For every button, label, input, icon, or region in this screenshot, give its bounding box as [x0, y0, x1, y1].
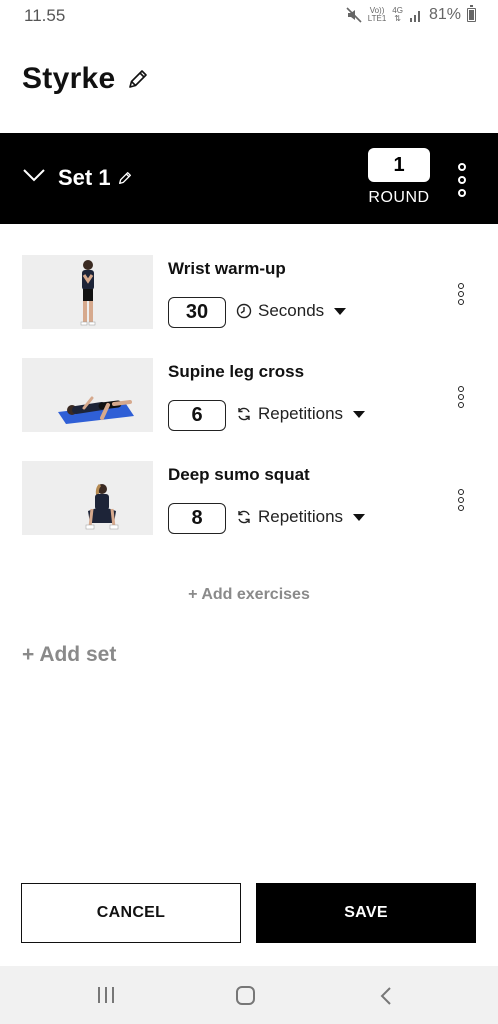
collapse-set-chevron-icon[interactable] — [22, 167, 46, 183]
workout-title: Styrke — [22, 62, 116, 95]
rounds-input[interactable]: 1 — [368, 148, 430, 182]
exercise-thumbnail — [22, 461, 153, 535]
status-time: 11.55 — [24, 6, 66, 25]
exercise-value-input[interactable]: 8 — [168, 503, 226, 534]
save-button[interactable]: SAVE — [256, 883, 476, 943]
set-header: Set 1 1 ROUND — [0, 133, 498, 224]
mute-icon — [346, 7, 362, 23]
clock-icon — [236, 303, 252, 319]
add-set-button[interactable]: + Add set — [22, 643, 116, 667]
exercise-unit-label: Repetitions — [258, 404, 344, 423]
exercise-more-menu-icon[interactable] — [456, 283, 466, 305]
repeat-icon — [238, 510, 250, 524]
set-title: Set 1 — [58, 165, 133, 191]
rounds-label: ROUND — [368, 189, 430, 206]
exercise-unit-dropdown[interactable]: Repetitions — [236, 404, 366, 424]
exercise-value-input[interactable]: 6 — [168, 400, 226, 431]
exercise-item[interactable]: Deep sumo squat 8 Repetitions — [0, 461, 498, 541]
page-title: Styrke — [22, 62, 150, 96]
exercise-name: Wrist warm-up — [168, 259, 286, 278]
exercise-item[interactable]: Wrist warm-up 30 Seconds — [0, 255, 498, 335]
exercise-name: Deep sumo squat — [168, 465, 310, 484]
network-gen-indicator: 4G ⇅ — [392, 6, 403, 23]
exercise-item[interactable]: Supine leg cross 6 Repetitions — [0, 358, 498, 438]
system-nav-bar — [0, 966, 498, 1024]
edit-title-pencil-icon[interactable] — [126, 67, 150, 91]
status-bar: 11.55 Vo)) LTE1 4G ⇅ 81% — [0, 0, 498, 32]
repeat-icon — [238, 407, 250, 421]
exercise-thumbnail — [22, 255, 153, 329]
cancel-button[interactable]: CANCEL — [21, 883, 241, 943]
exercise-unit-label: Seconds — [258, 301, 325, 320]
exercise-more-menu-icon[interactable] — [456, 489, 466, 511]
volte-indicator: Vo)) LTE1 — [367, 6, 387, 23]
dropdown-caret-icon — [334, 307, 347, 315]
set-label: Set 1 — [58, 165, 111, 190]
exercise-unit-label: Repetitions — [258, 507, 344, 526]
exercise-value-input[interactable]: 30 — [168, 297, 226, 328]
dropdown-caret-icon — [353, 513, 366, 521]
exercise-name: Supine leg cross — [168, 362, 305, 381]
exercise-unit-dropdown[interactable]: Repetitions — [236, 507, 366, 527]
status-icons: Vo)) LTE1 4G ⇅ 81% — [346, 5, 476, 24]
exercise-unit-dropdown[interactable]: Seconds — [236, 301, 347, 321]
battery-icon — [467, 5, 476, 22]
dropdown-caret-icon — [353, 410, 366, 418]
signal-icon — [409, 11, 420, 22]
exercise-thumbnail — [22, 358, 153, 432]
home-icon[interactable] — [236, 986, 255, 1005]
exercise-more-menu-icon[interactable] — [456, 386, 466, 408]
add-exercises-button[interactable]: + Add exercises — [0, 586, 498, 604]
back-icon[interactable] — [380, 986, 392, 1006]
battery-percent: 81% — [428, 6, 461, 23]
set-more-menu-icon[interactable] — [455, 163, 469, 197]
recent-apps-icon[interactable] — [98, 987, 114, 1003]
edit-set-pencil-icon[interactable] — [117, 170, 133, 186]
